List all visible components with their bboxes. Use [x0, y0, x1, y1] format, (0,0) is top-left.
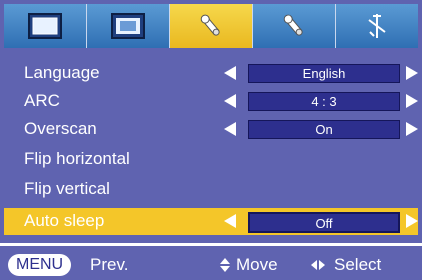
tab-screen[interactable]: [87, 4, 170, 48]
right-arrow-icon[interactable]: [406, 66, 418, 80]
osd-menu-screen: 2 Language English ARC 4 : 3 Overscan On…: [0, 0, 422, 280]
menu-label: Flip vertical: [24, 179, 110, 198]
right-arrow-icon[interactable]: [406, 122, 418, 136]
menu-row-flip-vertical[interactable]: Flip vertical: [4, 176, 418, 203]
menu-row-overscan[interactable]: Overscan On: [4, 116, 418, 143]
right-arrow-icon[interactable]: [406, 214, 418, 228]
screen-icon: [111, 13, 145, 39]
menu-label: Language: [24, 63, 100, 82]
menu-label: ARC: [24, 91, 60, 110]
menu-label: Flip horizontal: [24, 149, 130, 168]
menu-value: English: [248, 64, 400, 83]
left-arrow-icon[interactable]: [224, 66, 236, 80]
menu-key-badge: MENU: [8, 254, 72, 276]
tab-bar: 2: [4, 4, 418, 48]
tab-option1[interactable]: [170, 4, 253, 48]
menu-row-language[interactable]: Language English: [4, 60, 418, 87]
network-icon: [368, 14, 386, 38]
menu-label: Overscan: [24, 119, 97, 138]
left-arrow-icon[interactable]: [224, 214, 236, 228]
menu-row-arc[interactable]: ARC 4 : 3: [4, 88, 418, 115]
menu-panel: Language English ARC 4 : 3 Overscan On F…: [4, 52, 418, 248]
menu-label: Auto sleep: [24, 211, 105, 230]
left-arrow-icon[interactable]: [224, 122, 236, 136]
select-label: Select: [334, 255, 382, 274]
menu-row-auto-sleep[interactable]: Auto sleep Off: [4, 208, 418, 235]
move-label: Move: [236, 255, 278, 274]
footer-help-bar: MENU Prev. Move Select: [0, 246, 422, 280]
option1-tool-icon: [200, 14, 220, 36]
menu-value: On: [248, 120, 400, 139]
option2-tool-icon: 2: [283, 14, 303, 36]
prev-label: Prev.: [90, 255, 129, 274]
tab-network[interactable]: [336, 4, 418, 48]
menu-value: Off: [248, 212, 400, 233]
menu-row-flip-horizontal[interactable]: Flip horizontal: [4, 146, 418, 173]
picture-icon: [28, 13, 62, 39]
tab-option2[interactable]: 2: [253, 4, 336, 48]
svg-text:2: 2: [286, 14, 291, 24]
left-arrow-icon[interactable]: [224, 94, 236, 108]
tab-picture[interactable]: [4, 4, 87, 48]
menu-value: 4 : 3: [248, 92, 400, 111]
right-arrow-icon[interactable]: [406, 94, 418, 108]
